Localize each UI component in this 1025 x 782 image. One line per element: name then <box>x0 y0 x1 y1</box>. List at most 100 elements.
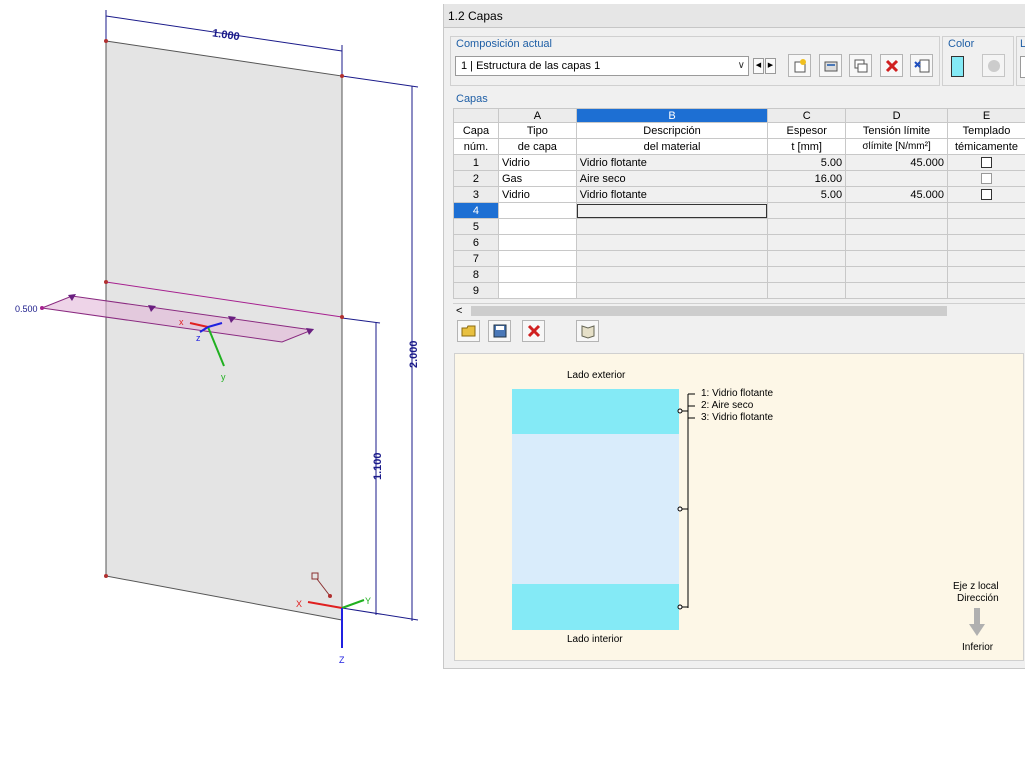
table-row[interactable]: 4 <box>453 202 1025 219</box>
cell-tempered[interactable] <box>947 202 1025 219</box>
duplicate-composition-button[interactable] <box>849 54 872 77</box>
local-y-label: y <box>221 372 226 382</box>
row-number[interactable]: 5 <box>453 218 499 235</box>
cell-thickness[interactable]: 16.00 <box>767 170 847 187</box>
table-row[interactable]: 6 <box>453 234 1025 251</box>
cell-stress-limit[interactable] <box>845 170 948 187</box>
delete-all-button[interactable] <box>910 54 933 77</box>
cell-stress-limit[interactable] <box>845 202 948 219</box>
row-number[interactable]: 3 <box>453 186 499 203</box>
copy-composition-button[interactable] <box>819 54 842 77</box>
cell-thickness[interactable]: 5.00 <box>767 154 847 171</box>
node-4[interactable] <box>104 280 108 284</box>
tempered-checkbox[interactable] <box>981 189 992 201</box>
dim-height-label: 2.000 <box>408 340 420 368</box>
header-tempered: Templado <box>947 122 1025 139</box>
cell-tempered[interactable] <box>947 266 1025 283</box>
material-library-button[interactable] <box>576 320 599 342</box>
cell-thickness[interactable] <box>767 218 847 235</box>
cell-stress-limit[interactable] <box>845 234 948 251</box>
col-letter-d[interactable]: D <box>845 108 948 123</box>
cell-stress-limit[interactable] <box>845 218 948 235</box>
global-z-label: Z <box>339 655 345 665</box>
cell-tempered[interactable] <box>947 218 1025 235</box>
model-view[interactable]: 1.000 2.000 1.100 0.500 x y z X Y Z <box>0 0 440 700</box>
scroll-left-icon[interactable]: < <box>456 304 462 318</box>
cell-material-desc[interactable] <box>575 250 769 267</box>
col-letter-a[interactable]: A <box>497 108 577 123</box>
cell-material-desc[interactable] <box>575 234 769 251</box>
row-number[interactable]: 7 <box>453 250 499 267</box>
row-number[interactable]: 6 <box>453 234 499 251</box>
open-library-button[interactable] <box>457 320 480 342</box>
color-edit-button[interactable] <box>982 54 1005 77</box>
col-letter-c[interactable]: C <box>767 108 847 123</box>
cell-thickness[interactable] <box>767 202 847 219</box>
row-number[interactable]: 9 <box>453 282 499 299</box>
cell-stress-limit[interactable] <box>845 282 948 299</box>
cell-layer-type[interactable] <box>497 234 577 251</box>
cell-layer-type[interactable] <box>497 202 577 219</box>
cell-thickness[interactable] <box>767 234 847 251</box>
cell-stress-limit[interactable]: 45.000 <box>845 186 948 203</box>
prev-button[interactable]: ◀ <box>753 58 764 74</box>
cell-layer-type[interactable] <box>497 250 577 267</box>
cell-thickness[interactable] <box>767 282 847 299</box>
node-1[interactable] <box>104 39 108 43</box>
tempered-checkbox[interactable] <box>981 157 992 169</box>
cell-stress-limit[interactable] <box>845 250 948 267</box>
next-button[interactable]: ▶ <box>765 58 776 74</box>
horizontal-scrollbar[interactable]: < <box>453 303 1025 318</box>
new-composition-button[interactable] <box>788 54 811 77</box>
cell-layer-type[interactable] <box>497 282 577 299</box>
cell-material-desc[interactable] <box>575 266 769 283</box>
cell-layer-type[interactable]: Vidrio <box>497 186 577 203</box>
delete-composition-button[interactable] <box>880 54 903 77</box>
scrollbar-thumb[interactable] <box>471 306 947 316</box>
row-number[interactable]: 1 <box>453 154 499 171</box>
save-button[interactable] <box>488 320 511 342</box>
color-swatch[interactable] <box>951 56 964 77</box>
cell-material-desc[interactable] <box>575 202 769 219</box>
delete-row-button[interactable] <box>522 320 545 342</box>
node-3[interactable] <box>104 574 108 578</box>
cell-thickness[interactable] <box>767 266 847 283</box>
row-number[interactable]: 4 <box>453 202 499 219</box>
cell-thickness[interactable]: 5.00 <box>767 186 847 203</box>
node-5[interactable] <box>340 315 344 319</box>
row-number[interactable]: 8 <box>453 266 499 283</box>
cell-stress-limit[interactable] <box>845 266 948 283</box>
col-letter-e[interactable]: E <box>947 108 1025 123</box>
support-node <box>328 594 332 598</box>
cell-thickness[interactable] <box>767 250 847 267</box>
node-2[interactable] <box>340 74 344 78</box>
row-number[interactable]: 2 <box>453 170 499 187</box>
cell-tempered[interactable] <box>947 170 1025 187</box>
cell-tempered[interactable] <box>947 234 1025 251</box>
cell-layer-type[interactable]: Gas <box>497 170 577 187</box>
table-row[interactable]: 7 <box>453 250 1025 267</box>
next-group-field[interactable] <box>1020 56 1025 78</box>
cell-tempered[interactable] <box>947 250 1025 267</box>
cell-tempered[interactable] <box>947 186 1025 203</box>
header-thickness-2: t [mm] <box>767 138 847 155</box>
cell-layer-type[interactable] <box>497 218 577 235</box>
table-row[interactable]: 1 Vidrio Vidrio flotante 5.00 45.000 <box>453 154 1025 171</box>
table-row[interactable]: 8 <box>453 266 1025 283</box>
table-row[interactable]: 2 Gas Aire seco 16.00 <box>453 170 1025 187</box>
cell-tempered[interactable] <box>947 154 1025 171</box>
col-letter-b[interactable]: B <box>575 108 769 123</box>
table-row[interactable]: 3 Vidrio Vidrio flotante 5.00 45.000 <box>453 186 1025 203</box>
table-row[interactable]: 9 <box>453 282 1025 299</box>
cell-material-desc[interactable]: Vidrio flotante <box>575 154 769 171</box>
cell-stress-limit[interactable]: 45.000 <box>845 154 948 171</box>
cell-material-desc[interactable] <box>575 282 769 299</box>
composition-select[interactable]: 1 | Estructura de las capas 1 ∨ <box>455 56 749 76</box>
cell-tempered[interactable] <box>947 282 1025 299</box>
cell-material-desc[interactable] <box>575 218 769 235</box>
cell-material-desc[interactable]: Aire seco <box>575 170 769 187</box>
table-row[interactable]: 5 <box>453 218 1025 235</box>
cell-layer-type[interactable]: Vidrio <box>497 154 577 171</box>
cell-material-desc[interactable]: Vidrio flotante <box>575 186 769 203</box>
cell-layer-type[interactable] <box>497 266 577 283</box>
